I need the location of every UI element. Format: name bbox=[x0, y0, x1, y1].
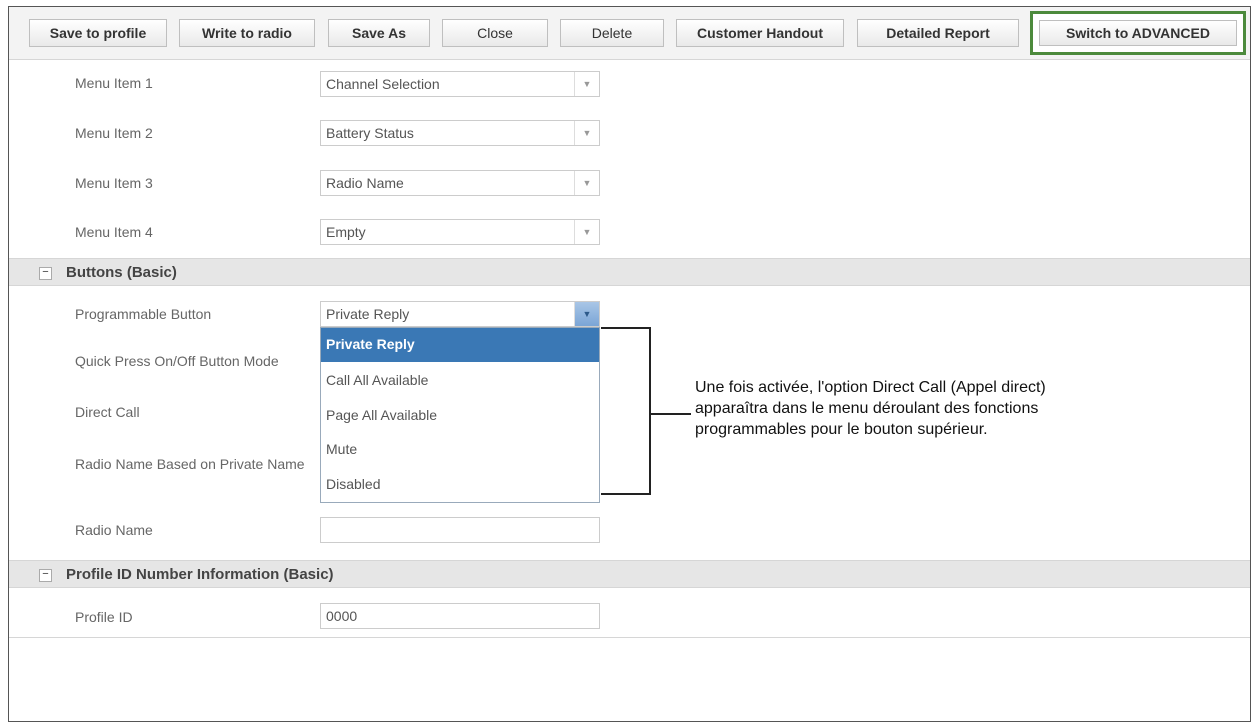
chevron-down-icon[interactable]: ▼ bbox=[574, 220, 599, 244]
annotation-text: Une fois activée, l'option Direct Call (… bbox=[695, 379, 1046, 438]
switch-to-advanced-highlight: Switch to ADVANCED bbox=[1030, 11, 1246, 55]
toolbar: Save to profile Write to radio Save As C… bbox=[9, 7, 1250, 60]
menu-item-3-label: Menu Item 3 bbox=[75, 175, 153, 191]
menu-item-3-value: Radio Name bbox=[326, 175, 404, 191]
collapse-icon[interactable]: − bbox=[39, 267, 52, 280]
divider bbox=[9, 637, 1250, 638]
dropdown-option[interactable]: Call All Available bbox=[321, 362, 599, 396]
menu-item-3-select[interactable]: Radio Name ▼ bbox=[320, 170, 600, 196]
dropdown-option[interactable]: Mute bbox=[321, 433, 599, 467]
buttons-basic-section-header[interactable]: − Buttons (Basic) bbox=[9, 258, 1250, 286]
bracket-top bbox=[601, 327, 651, 329]
switch-to-advanced-button[interactable]: Switch to ADVANCED bbox=[1039, 20, 1237, 46]
section-title: Profile ID Number Information (Basic) bbox=[66, 566, 334, 583]
menu-item-2-value: Battery Status bbox=[326, 125, 414, 141]
detailed-report-button[interactable]: Detailed Report bbox=[857, 19, 1019, 47]
programmable-button-dropdown: Private Reply Call All Available Page Al… bbox=[320, 327, 600, 503]
dropdown-option[interactable]: Disabled bbox=[321, 467, 599, 501]
direct-call-label: Direct Call bbox=[75, 404, 140, 420]
programmable-button-label: Programmable Button bbox=[75, 306, 212, 322]
quick-press-label: Quick Press On/Off Button Mode bbox=[75, 353, 279, 369]
save-as-button[interactable]: Save As bbox=[328, 19, 430, 47]
bracket-bottom bbox=[601, 493, 651, 495]
bracket-vertical bbox=[649, 327, 651, 495]
menu-item-4-value: Empty bbox=[326, 224, 366, 240]
menu-item-1-label: Menu Item 1 bbox=[75, 75, 153, 91]
chevron-down-icon[interactable]: ▼ bbox=[574, 302, 599, 326]
bracket-pointer bbox=[649, 413, 691, 415]
dropdown-option[interactable]: Page All Available bbox=[321, 397, 599, 431]
menu-item-4-select[interactable]: Empty ▼ bbox=[320, 219, 600, 245]
programmable-button-select[interactable]: Private Reply ▼ bbox=[320, 301, 600, 327]
app-window: Save to profile Write to radio Save As C… bbox=[8, 6, 1251, 722]
menu-item-1-select[interactable]: Channel Selection ▼ bbox=[320, 71, 600, 97]
profile-id-input[interactable]: 0000 bbox=[320, 603, 600, 629]
save-to-profile-button[interactable]: Save to profile bbox=[29, 19, 167, 47]
chevron-down-icon[interactable]: ▼ bbox=[574, 121, 599, 145]
profile-id-value: 0000 bbox=[326, 608, 358, 624]
menu-item-1-value: Channel Selection bbox=[326, 76, 440, 92]
collapse-icon[interactable]: − bbox=[39, 569, 52, 582]
chevron-down-icon[interactable]: ▼ bbox=[574, 171, 599, 195]
menu-item-2-label: Menu Item 2 bbox=[75, 125, 153, 141]
profile-id-label: Profile ID bbox=[75, 609, 133, 625]
section-title: Buttons (Basic) bbox=[66, 264, 177, 281]
menu-item-2-select[interactable]: Battery Status ▼ bbox=[320, 120, 600, 146]
customer-handout-button[interactable]: Customer Handout bbox=[676, 19, 844, 47]
close-button[interactable]: Close bbox=[442, 19, 548, 47]
delete-button[interactable]: Delete bbox=[560, 19, 664, 47]
programmable-button-value: Private Reply bbox=[326, 306, 410, 322]
dropdown-option[interactable]: Private Reply bbox=[321, 328, 599, 362]
radio-name-input[interactable] bbox=[320, 517, 600, 543]
radio-name-based-label: Radio Name Based on Private Name bbox=[75, 456, 305, 472]
write-to-radio-button[interactable]: Write to radio bbox=[179, 19, 315, 47]
profile-id-section-header[interactable]: − Profile ID Number Information (Basic) bbox=[9, 560, 1250, 588]
chevron-down-icon[interactable]: ▼ bbox=[574, 72, 599, 96]
menu-item-4-label: Menu Item 4 bbox=[75, 224, 153, 240]
radio-name-label: Radio Name bbox=[75, 522, 153, 538]
